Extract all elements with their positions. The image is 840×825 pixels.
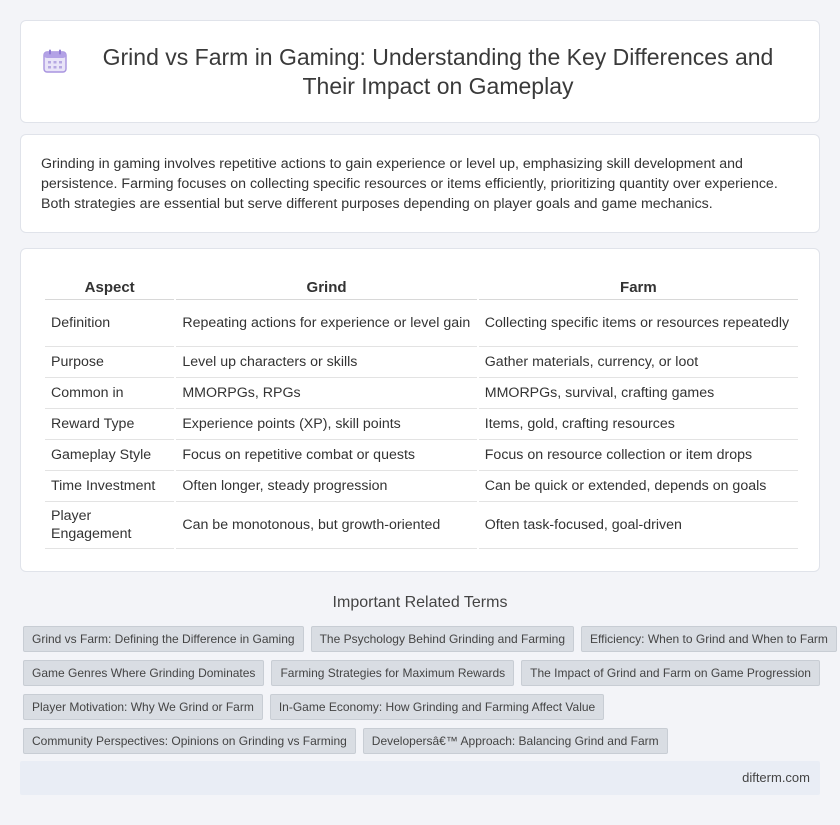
related-term-tag[interactable]: Efficiency: When to Grind and When to Fa… [581, 626, 837, 652]
intro-paragraph: Grinding in gaming involves repetitive a… [41, 156, 778, 212]
row-grind: Focus on repetitive combat or quests [176, 440, 477, 471]
related-term-tag[interactable]: In-Game Economy: How Grinding and Farmin… [269, 694, 605, 720]
table-row: Definition Repeating actions for experie… [45, 300, 798, 347]
related-term-tag[interactable]: The Impact of Grind and Farm on Game Pro… [521, 660, 820, 686]
row-farm: Can be quick or extended, depends on goa… [478, 471, 798, 502]
row-grind: Experience points (XP), skill points [176, 409, 477, 440]
footer: difterm.com [20, 761, 820, 795]
header-grind: Grind [176, 275, 477, 300]
row-farm: Gather materials, currency, or loot [478, 347, 798, 378]
intro-card: Grinding in gaming involves repetitive a… [20, 134, 820, 233]
row-grind: Repeating actions for experience or leve… [176, 300, 477, 347]
row-aspect: Player Engagement [45, 502, 175, 549]
related-terms-list: Grind vs Farm: Defining the Difference i… [23, 626, 837, 762]
related-term-tag[interactable]: Farming Strategies for Maximum Rewards [271, 660, 515, 686]
row-farm: Focus on resource collection or item dro… [478, 440, 798, 471]
table-row: Player Engagement Can be monotonous, but… [45, 502, 798, 549]
page-title: Grind vs Farm in Gaming: Understanding t… [102, 43, 774, 99]
related-terms-title: Important Related Terms [332, 594, 508, 611]
table-row: Common in MMORPGs, RPGs MMORPGs, surviva… [45, 378, 798, 409]
related-term-tag[interactable]: The Psychology Behind Grinding and Farmi… [310, 626, 575, 652]
row-grind: Level up characters or skills [176, 347, 477, 378]
title-card: Grind vs Farm in Gaming: Understanding t… [20, 20, 820, 123]
comparison-table: Aspect Grind Farm Definition Repeating a… [43, 275, 800, 549]
comparison-card: Aspect Grind Farm Definition Repeating a… [20, 248, 820, 572]
row-grind: MMORPGs, RPGs [176, 378, 477, 409]
header-farm: Farm [478, 275, 798, 300]
row-grind: Can be monotonous, but growth-oriented [176, 502, 477, 549]
calendar-icon [42, 48, 68, 74]
row-aspect: Definition [45, 300, 175, 347]
related-term-tag[interactable]: Community Perspectives: Opinions on Grin… [23, 728, 356, 754]
related-term-tag[interactable]: Player Motivation: Why We Grind or Farm [23, 694, 263, 720]
row-aspect: Time Investment [45, 471, 175, 502]
table-row: Gameplay Style Focus on repetitive comba… [45, 440, 798, 471]
row-aspect: Common in [45, 378, 175, 409]
row-farm: Often task-focused, goal-driven [478, 502, 798, 549]
row-grind: Often longer, steady progression [176, 471, 477, 502]
table-row: Reward Type Experience points (XP), skil… [45, 409, 798, 440]
footer-site-link[interactable]: difterm.com [742, 770, 810, 785]
related-term-tag[interactable]: Game Genres Where Grinding Dominates [23, 660, 265, 686]
header-aspect: Aspect [45, 275, 175, 300]
row-aspect: Reward Type [45, 409, 175, 440]
related-term-tag[interactable]: Grind vs Farm: Defining the Difference i… [23, 626, 304, 652]
table-row: Time Investment Often longer, steady pro… [45, 471, 798, 502]
table-row: Purpose Level up characters or skills Ga… [45, 347, 798, 378]
row-aspect: Gameplay Style [45, 440, 175, 471]
row-farm: MMORPGs, survival, crafting games [478, 378, 798, 409]
related-term-tag[interactable]: Developersâ€™ Approach: Balancing Grind … [362, 728, 668, 754]
row-aspect: Purpose [45, 347, 175, 378]
row-farm: Items, gold, crafting resources [478, 409, 798, 440]
row-farm: Collecting specific items or resources r… [478, 300, 798, 347]
